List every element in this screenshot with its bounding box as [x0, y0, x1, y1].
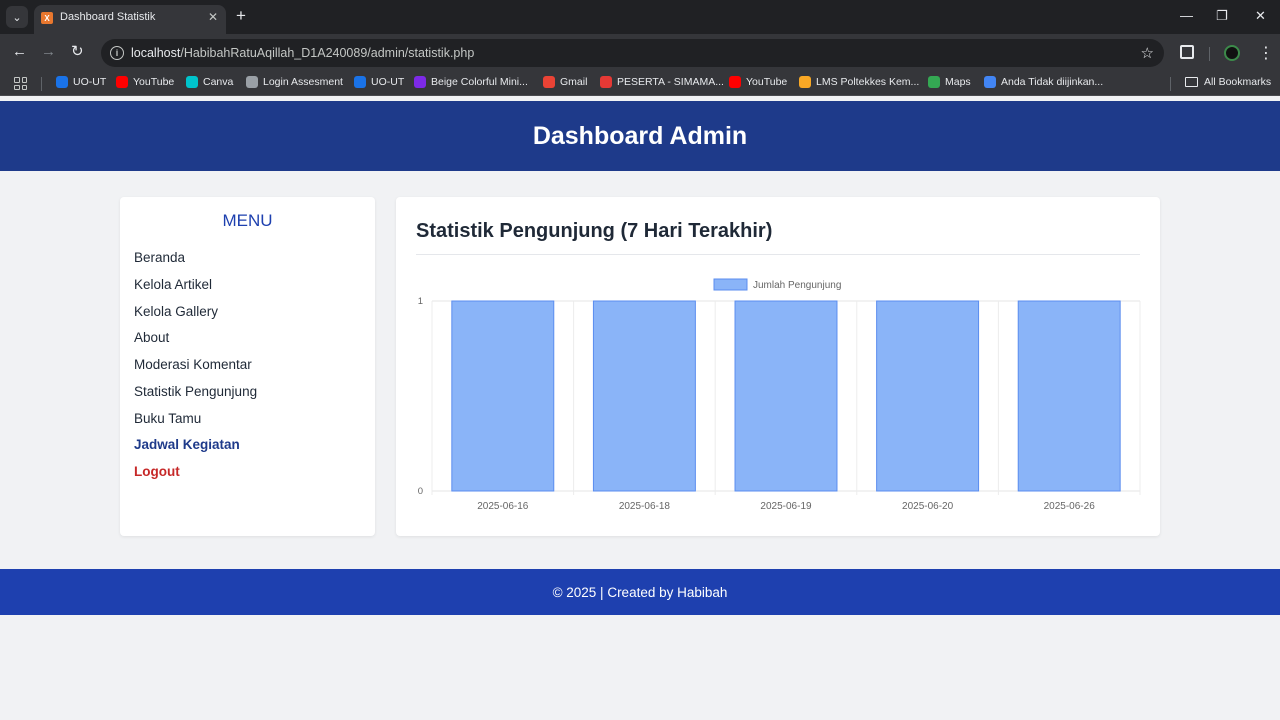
browser-tab[interactable]: X Dashboard Statistik ✕ — [34, 5, 226, 34]
uo-ut-icon — [354, 76, 366, 88]
visitor-bar-chart: 0 1 2025-06-16 2025-06-18 2025-06-19 2025-06-… — [418, 278, 1141, 512]
sidebar-item-beranda[interactable]: Beranda — [134, 250, 185, 265]
page-header: Dashboard Admin — [0, 101, 1280, 171]
youtube-icon — [116, 76, 128, 88]
x-tick-label: 2025-06-16 — [477, 501, 529, 512]
legend-label: Jumlah Pengunjung — [753, 280, 841, 291]
bookmark-item[interactable]: UO-UT — [56, 76, 106, 88]
bookmark-item[interactable]: UO-UT — [354, 76, 404, 88]
bookmark-label: LMS Poltekkes Kem... — [816, 76, 920, 88]
canva-icon — [414, 76, 426, 88]
sidebar-item-logout[interactable]: Logout — [134, 464, 180, 479]
statistics-panel: Statistik Pengunjung (7 Hari Terakhir) 0… — [396, 197, 1160, 536]
sidebar-item-kelola-gallery[interactable]: Kelola Gallery — [134, 304, 218, 319]
bookmark-label: Beige Colorful Mini... — [431, 76, 528, 88]
back-icon[interactable]: ← — [12, 43, 27, 61]
bookmark-item[interactable]: YouTube — [116, 76, 174, 88]
bookmark-item[interactable]: Anda Tidak diijinkan... — [984, 76, 1103, 88]
bar — [451, 300, 555, 492]
bookmark-label: YouTube — [746, 76, 788, 88]
y-tick-label: 0 — [418, 486, 423, 497]
legend-swatch — [713, 278, 748, 291]
bar — [734, 300, 838, 492]
gmail-icon — [543, 76, 555, 88]
tab-close-icon[interactable]: ✕ — [208, 10, 218, 24]
footer-text: © 2025 | Created by Habibah — [552, 584, 728, 600]
bookmark-label: UO-UT — [73, 76, 107, 88]
all-bookmarks-label: All Bookmarks — [1204, 76, 1272, 88]
bookmark-label: Canva — [203, 76, 234, 88]
bookmark-item[interactable]: YouTube — [729, 76, 787, 88]
maps-icon — [928, 76, 940, 88]
bookmark-item[interactable]: Beige Colorful Mini... — [414, 76, 528, 88]
maximize-icon[interactable]: ❐ — [1216, 8, 1228, 24]
url-text[interactable]: localhost/HabibahRatuAqillah_D1A240089/a… — [131, 46, 474, 60]
bookmark-item[interactable]: Maps — [928, 76, 971, 88]
close-window-icon[interactable]: ✕ — [1255, 8, 1266, 24]
sidebar-item-jadwal-kegiatan[interactable]: Jadwal Kegiatan — [134, 437, 240, 452]
site-info-icon[interactable]: i — [110, 46, 124, 60]
apps-grid-icon[interactable] — [14, 77, 27, 90]
menu-title: MENU — [222, 211, 273, 230]
simama-icon — [600, 76, 612, 88]
forward-icon[interactable]: → — [41, 43, 56, 61]
address-bar[interactable]: i localhost/HabibahRatuAqillah_D1A240089… — [101, 39, 1164, 67]
x-tick-label: 2025-06-18 — [619, 501, 671, 512]
site-icon — [984, 76, 996, 88]
page-footer: © 2025 | Created by Habibah — [0, 569, 1280, 615]
panel-title: Statistik Pengunjung (7 Hari Terakhir) — [416, 220, 773, 242]
sidebar-menu: MENU Beranda Kelola Artikel Kelola Gallery… — [120, 197, 375, 536]
bookmarks-divider — [41, 77, 42, 91]
bookmarks-divider — [1170, 77, 1171, 91]
bookmark-label: Gmail — [560, 76, 588, 88]
tab-search-icon[interactable]: ⌄ — [6, 6, 28, 28]
x-tick-label: 2025-06-26 — [1044, 501, 1096, 512]
bookmark-item[interactable]: Canva — [186, 76, 233, 88]
y-tick-label: 1 — [418, 296, 423, 307]
sidebar-item-about[interactable]: About — [134, 330, 169, 345]
extensions-icon[interactable] — [1180, 45, 1194, 59]
bar — [1017, 300, 1121, 492]
browser-tab-bar: ⌄ X Dashboard Statistik ✕ + — ❐ ✕ — [0, 0, 1280, 34]
bookmark-label: Anda Tidak diijinkan... — [1001, 76, 1104, 88]
new-tab-icon[interactable]: + — [236, 7, 246, 25]
title-divider — [416, 254, 1140, 255]
bookmark-label: YouTube — [133, 76, 175, 88]
canva-icon — [186, 76, 198, 88]
x-tick-label: 2025-06-19 — [760, 501, 812, 512]
bookmarks-bar: UO-UT YouTube Canva Login Assesment UO-UT Bei… — [0, 72, 1280, 96]
browser-menu-icon[interactable]: ⋮ — [1258, 43, 1274, 63]
x-tick-label: 2025-06-20 — [902, 501, 954, 512]
bookmark-label: Login Assesment — [263, 76, 343, 88]
toolbar-divider — [1209, 47, 1210, 61]
youtube-icon — [729, 76, 741, 88]
bookmark-item[interactable]: PESERTA - SIMAMA... — [600, 76, 724, 88]
bar — [876, 300, 980, 492]
bookmark-item[interactable]: Login Assesment — [246, 76, 343, 88]
bookmark-label: UO-UT — [371, 76, 405, 88]
folder-icon — [1185, 77, 1198, 87]
lms-icon — [799, 76, 811, 88]
reload-icon[interactable]: ↻ — [71, 43, 84, 61]
sidebar-item-buku-tamu[interactable]: Buku Tamu — [134, 411, 201, 426]
bookmark-label: PESERTA - SIMAMA... — [617, 76, 724, 88]
bookmark-item[interactable]: LMS Poltekkes Kem... — [799, 76, 919, 88]
bookmark-label: Maps — [945, 76, 971, 88]
bookmark-star-icon[interactable]: ☆ — [1141, 44, 1154, 62]
sidebar-item-moderasi-komentar[interactable]: Moderasi Komentar — [134, 357, 252, 372]
tab-title: Dashboard Statistik — [60, 11, 156, 23]
globe-icon — [246, 76, 258, 88]
sidebar-item-statistik-pengunjung[interactable]: Statistik Pengunjung — [134, 384, 257, 399]
page-title: Dashboard Admin — [532, 121, 748, 150]
bar — [592, 300, 696, 492]
uo-ut-icon — [56, 76, 68, 88]
sidebar-item-kelola-artikel[interactable]: Kelola Artikel — [134, 277, 212, 292]
tab-favicon-icon: X — [41, 12, 53, 24]
browser-toolbar: ← → ↻ i localhost/HabibahRatuAqillah_D1A… — [0, 34, 1280, 72]
minimize-icon[interactable]: — — [1180, 8, 1193, 23]
bookmark-item[interactable]: Gmail — [543, 76, 587, 88]
all-bookmarks-button[interactable]: All Bookmarks — [1185, 76, 1271, 88]
profile-avatar[interactable] — [1224, 45, 1240, 61]
